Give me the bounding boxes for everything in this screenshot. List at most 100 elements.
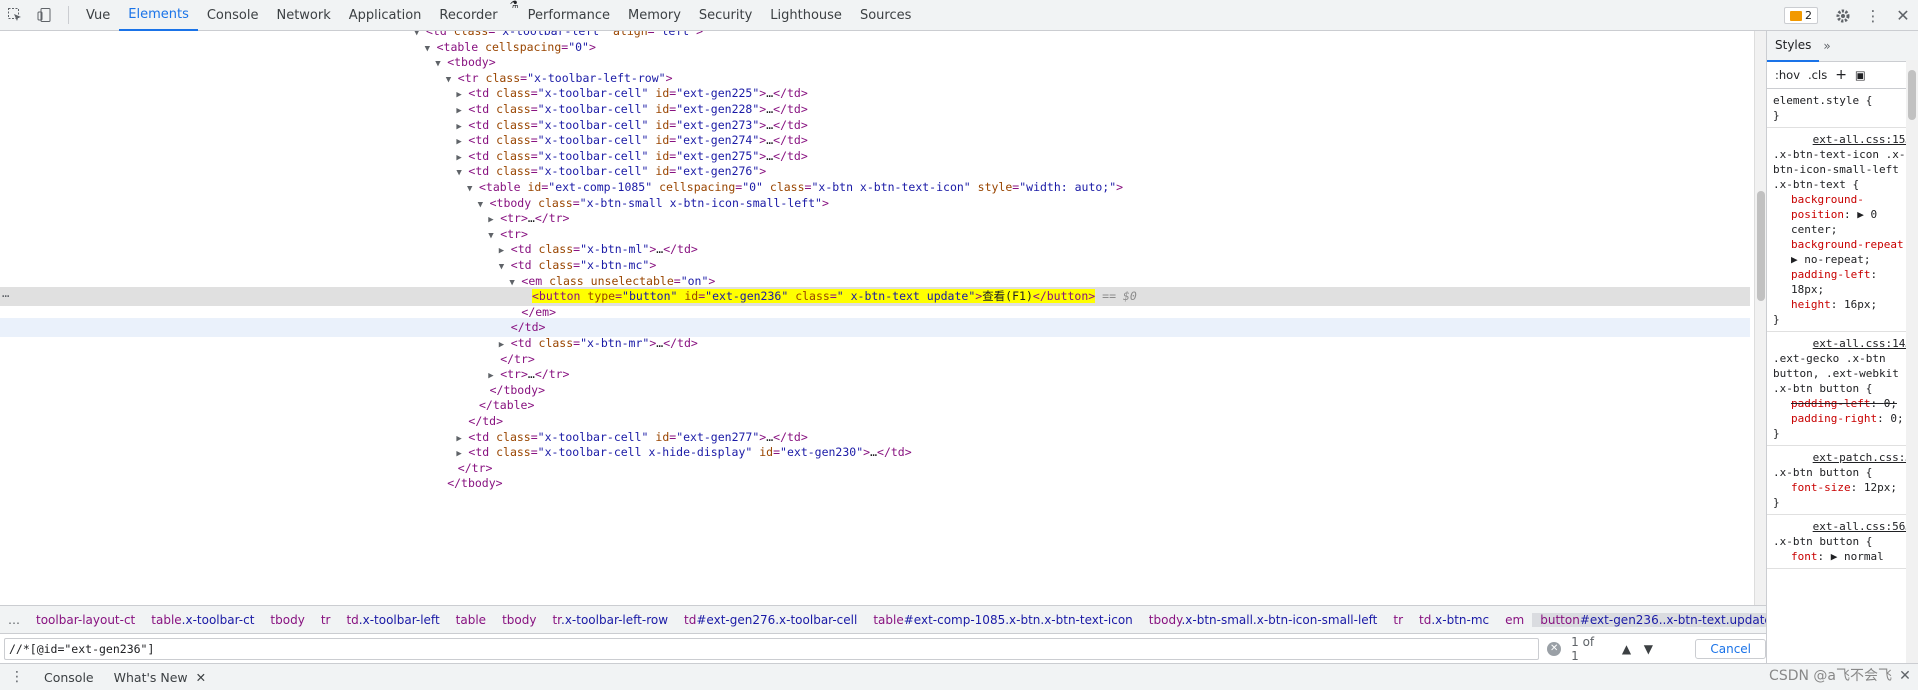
warning-icon bbox=[1790, 10, 1802, 21]
property-value[interactable]: ▶ normal bbox=[1831, 550, 1884, 563]
css-property[interactable]: font-size: 12px; bbox=[1773, 480, 1912, 495]
crumb-tag: tbody bbox=[270, 612, 305, 627]
style-rules: element.style {} ext-all.css:15… .x-btn-te… bbox=[1767, 89, 1918, 569]
tab-console[interactable]: Console bbox=[198, 0, 268, 31]
property-name[interactable]: background-repeat bbox=[1791, 238, 1904, 251]
previous-match-icon[interactable]: ▲ bbox=[1615, 642, 1637, 656]
property-value[interactable]: ▶ no-repeat; bbox=[1791, 253, 1870, 266]
property-value[interactable]: 0; bbox=[1890, 412, 1903, 425]
watermark: CSDN @a飞不会飞 bbox=[1769, 668, 1892, 684]
breadcrumb-item[interactable]: tbody.x-btn-small.x-btn-icon-small-left bbox=[1141, 613, 1386, 627]
rule-selector[interactable]: .x-btn button { bbox=[1773, 465, 1912, 480]
hov-toggle[interactable]: :hov bbox=[1775, 68, 1800, 82]
breadcrumb-item[interactable]: table bbox=[448, 613, 494, 627]
property-value[interactable]: 18px; bbox=[1791, 283, 1824, 296]
property-name[interactable]: background-position bbox=[1791, 193, 1864, 221]
rule-selector[interactable]: .x-btn-text-icon .x-btn-icon-small-left … bbox=[1773, 147, 1912, 192]
breadcrumb-item[interactable]: table#ext-comp-1085.x-btn.x-btn-text-ico… bbox=[865, 613, 1140, 627]
rule-source-link[interactable]: ext-patch.css:… bbox=[1773, 450, 1912, 465]
tab-application[interactable]: Application bbox=[340, 0, 431, 31]
tab-elements[interactable]: Elements bbox=[119, 0, 198, 31]
css-rule[interactable]: ext-patch.css:… .x-btn button {font-size:… bbox=[1767, 446, 1918, 515]
rule-source-link[interactable]: ext-all.css:15… bbox=[1773, 132, 1912, 147]
cls-toggle[interactable]: .cls bbox=[1808, 68, 1827, 82]
property-name[interactable]: font-size bbox=[1791, 481, 1851, 494]
css-property[interactable]: background-position: ▶ 0 center; bbox=[1773, 192, 1912, 237]
tab-recorder[interactable]: Recorder bbox=[430, 0, 506, 31]
property-name[interactable]: font bbox=[1791, 550, 1818, 563]
rule-source-link[interactable]: ext-all.css:56… bbox=[1773, 519, 1912, 534]
breadcrumb-item[interactable]: tr.x-toolbar-left-row bbox=[544, 613, 676, 627]
tab-sources[interactable]: Sources bbox=[851, 0, 920, 31]
css-property[interactable]: padding-left: 0; bbox=[1773, 396, 1912, 411]
rule-selector[interactable]: .ext-gecko .x-btn button, .ext-webkit .x… bbox=[1773, 351, 1912, 396]
search-input[interactable]: //*[@id="ext-gen236"] bbox=[4, 637, 1540, 660]
css-rule[interactable]: ext-all.css:56… .x-btn button {font: ▶ no… bbox=[1767, 515, 1918, 569]
breadcrumb-item[interactable]: button#ext-gen236..x-btn-text.update bbox=[1532, 612, 1766, 627]
device-toolbar-icon[interactable] bbox=[30, 0, 60, 31]
breadcrumb-item[interactable]: table.x-toolbar-ct bbox=[143, 613, 262, 627]
issues-badge[interactable]: 2 bbox=[1784, 7, 1818, 24]
close-devtools-icon[interactable]: ✕ bbox=[1888, 0, 1918, 31]
breadcrumb-item[interactable]: em bbox=[1497, 613, 1532, 627]
close-drawer-icon[interactable]: ✕ bbox=[1896, 663, 1914, 690]
more-tabs-icon[interactable]: » bbox=[1819, 39, 1830, 53]
css-property[interactable]: padding-right: 0; bbox=[1773, 411, 1912, 426]
crumb-tag: tr bbox=[552, 612, 561, 627]
elements-scrollbar[interactable] bbox=[1754, 31, 1766, 605]
breadcrumb-overflow[interactable]: … bbox=[0, 613, 28, 627]
breadcrumb-item[interactable]: toolbar-layout-ct bbox=[28, 613, 143, 627]
scrollbar-thumb[interactable] bbox=[1908, 70, 1916, 120]
css-property[interactable]: font: ▶ normal bbox=[1773, 549, 1912, 564]
property-name[interactable]: padding-right bbox=[1791, 412, 1877, 425]
property-name[interactable]: padding-left bbox=[1791, 397, 1870, 410]
css-rule[interactable]: element.style {} bbox=[1767, 89, 1918, 128]
breadcrumb-item[interactable]: td.x-btn-mc bbox=[1411, 613, 1497, 627]
rule-selector[interactable]: element.style { bbox=[1773, 93, 1912, 108]
css-property[interactable]: padding-left: 18px; bbox=[1773, 267, 1912, 297]
settings-gear-icon[interactable] bbox=[1828, 0, 1858, 31]
breadcrumb-item[interactable]: tr bbox=[1385, 613, 1411, 627]
property-value[interactable]: 12px; bbox=[1864, 481, 1897, 494]
breadcrumb-item[interactable]: td#ext-gen276.x-toolbar-cell bbox=[676, 613, 865, 627]
css-property[interactable]: height: 16px; bbox=[1773, 297, 1912, 312]
close-tab-icon[interactable]: ✕ bbox=[196, 670, 206, 685]
property-value[interactable]: 16px; bbox=[1844, 298, 1877, 311]
styles-scrollbar[interactable] bbox=[1906, 60, 1918, 665]
clear-search-icon[interactable]: ✕ bbox=[1547, 641, 1562, 656]
tab-network[interactable]: Network bbox=[267, 0, 339, 31]
css-property[interactable]: background-repeat: ▶ no-repeat; bbox=[1773, 237, 1912, 267]
more-options-icon[interactable]: ⋮ bbox=[1858, 0, 1888, 31]
property-name[interactable]: padding-left bbox=[1791, 268, 1870, 281]
property-value[interactable]: 0; bbox=[1884, 397, 1897, 410]
breadcrumb-item[interactable]: td.x-toolbar-left bbox=[338, 613, 447, 627]
new-rule-icon[interactable]: + bbox=[1835, 67, 1847, 83]
tab-lighthouse[interactable]: Lighthouse bbox=[761, 0, 851, 31]
tab-vue[interactable]: Vue bbox=[77, 0, 119, 31]
crumb-class: .x-btn-mc bbox=[1431, 612, 1490, 627]
crumb-class: .x-toolbar-ct bbox=[181, 612, 255, 627]
breadcrumb-item[interactable]: tr bbox=[313, 613, 339, 627]
css-rule[interactable]: ext-all.css:14… .ext-gecko .x-btn button,… bbox=[1767, 332, 1918, 446]
css-rule[interactable]: ext-all.css:15… .x-btn-text-icon .x-btn-i… bbox=[1767, 128, 1918, 332]
tab-styles[interactable]: Styles bbox=[1767, 31, 1820, 62]
computed-toggle-icon[interactable]: ▣ bbox=[1855, 68, 1866, 82]
tab-memory[interactable]: Memory bbox=[619, 0, 690, 31]
breadcrumb-item[interactable]: tbody bbox=[494, 613, 544, 627]
property-name[interactable]: height bbox=[1791, 298, 1831, 311]
rule-source-link[interactable]: ext-all.css:14… bbox=[1773, 336, 1912, 351]
breadcrumb-item[interactable]: tbody bbox=[262, 613, 312, 627]
scrollbar-thumb[interactable] bbox=[1757, 191, 1765, 301]
rule-selector[interactable]: .x-btn button { bbox=[1773, 534, 1912, 549]
dom-node-line[interactable]: </tbody> bbox=[0, 474, 1750, 493]
tab-whats-new[interactable]: What's New ✕ bbox=[104, 670, 217, 685]
next-match-icon[interactable]: ▼ bbox=[1637, 642, 1659, 656]
tab-performance[interactable]: Performance bbox=[519, 0, 619, 31]
tab-security[interactable]: Security bbox=[690, 0, 761, 31]
drawer-menu-icon[interactable]: ⋮ bbox=[0, 669, 34, 685]
breadcrumb: … toolbar-layout-ct table.x-toolbar-ct tbo… bbox=[0, 605, 1766, 633]
cancel-search-button[interactable]: Cancel bbox=[1695, 638, 1767, 659]
styles-tabs: Styles » bbox=[1767, 31, 1918, 62]
tab-console-drawer[interactable]: Console bbox=[34, 670, 104, 685]
inspect-element-icon[interactable] bbox=[0, 0, 30, 31]
